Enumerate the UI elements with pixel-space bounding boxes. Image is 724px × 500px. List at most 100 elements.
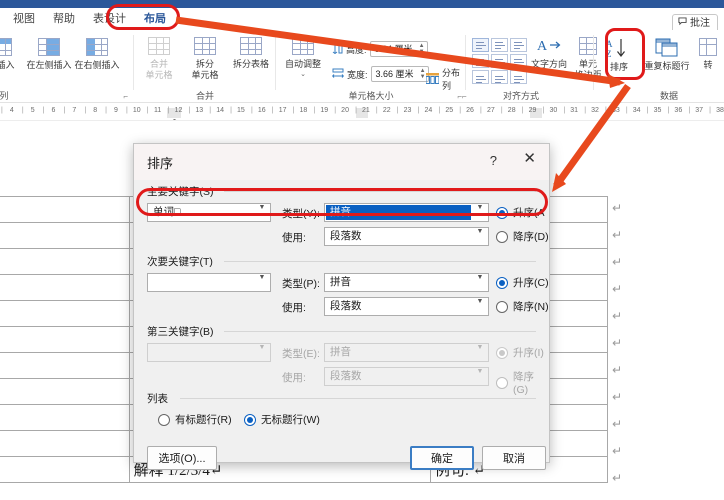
table-cell-col1[interactable] <box>0 378 130 405</box>
third-using-combo[interactable]: 段落数 ▼ <box>324 367 489 386</box>
insert-above-icon <box>0 38 24 58</box>
insert-right-button[interactable]: 在右侧插入 <box>74 38 120 70</box>
cancel-button-label: 取消 <box>503 453 525 465</box>
insert-left-icon <box>26 38 72 58</box>
autofit-label: 自动调整 <box>284 59 321 69</box>
chevron-down-icon[interactable]: ▼ <box>472 298 488 305</box>
align-middle-right-button[interactable] <box>510 54 527 68</box>
repeat-header-button[interactable]: 重复标题行 <box>642 38 692 71</box>
table-cell-col1[interactable] <box>0 352 130 379</box>
autofit-icon <box>280 37 326 57</box>
merge-cells-button[interactable]: 合并 单元格 <box>136 37 182 80</box>
convert-to-text-label: 转 <box>703 60 713 70</box>
split-table-button[interactable]: 拆分表格 <box>228 37 274 69</box>
secondary-using-combo[interactable]: 段落数 ▼ <box>324 297 489 316</box>
chevron-down-icon[interactable]: ▼ <box>254 274 270 281</box>
text-direction-button[interactable]: A 文字方向 <box>528 37 570 69</box>
horizontal-ruler[interactable]: | 4 | 5 | 6 | 7 | 8 | 9 | 10 | 11 | 12 | 13 | 14 | 15 | 16 | 17 | 18 |… <box>0 105 724 121</box>
rows-columns-dialog-launcher[interactable]: ⌐ <box>123 92 128 101</box>
paragraph-mark: ↵ <box>612 282 623 296</box>
align-top-right-button[interactable] <box>510 38 527 52</box>
col-width-field[interactable]: 宽度: 3.66 厘米 ▲ ▼ <box>332 66 429 82</box>
close-icon[interactable]: ✕ <box>523 151 536 166</box>
col-width-input[interactable]: 3.66 厘米 ▲ ▼ <box>370 66 429 82</box>
distribute-columns-icon <box>425 72 440 86</box>
table-cell-col1[interactable] <box>0 326 130 353</box>
row-height-label: 高度: <box>346 44 367 55</box>
col-width-stepper[interactable]: ▲ ▼ <box>420 68 426 80</box>
sort-dialog-body: 主要关键字(S) 单词□ ▼ 类型(Y): 拼音 ▼ 升序(A 使用: 段落数 … <box>134 180 549 470</box>
has-header-row-radio[interactable]: 有标题行(R) <box>158 412 232 427</box>
secondary-key-combo[interactable]: ▼ <box>147 273 271 292</box>
table-cell-col1[interactable] <box>0 274 130 301</box>
chevron-down-icon[interactable]: ▼ <box>254 344 270 351</box>
sort-dialog-title: 排序 <box>147 156 174 171</box>
split-table-label: 拆分表格 <box>232 59 269 69</box>
primary-order-desc-label: 降序(D) <box>513 231 549 243</box>
autofit-chevron-down-icon[interactable]: ⌄ <box>280 70 326 80</box>
autofit-button[interactable]: 自动调整 ⌄ <box>280 37 326 80</box>
align-bottom-left-button[interactable] <box>472 70 489 84</box>
chevron-down-icon[interactable]: ▼ <box>472 274 488 281</box>
secondary-using-label: 使用: <box>282 302 306 314</box>
cancel-button[interactable]: 取消 <box>482 446 546 470</box>
secondary-key-section-label: 次要关键字(T) <box>147 256 213 268</box>
ruler-indent-marker[interactable] <box>170 113 179 120</box>
align-middle-left-button[interactable] <box>472 54 489 68</box>
tab-help[interactable]: 帮助 <box>44 8 84 30</box>
align-bottom-right-button[interactable] <box>510 70 527 84</box>
chevron-down-icon[interactable]: ▼ <box>472 368 488 375</box>
row-height-stepper[interactable]: ▲ ▼ <box>419 43 425 55</box>
primary-using-label: 使用: <box>282 232 306 244</box>
chevron-down-icon[interactable]: ▼ <box>472 228 488 235</box>
chevron-down-icon[interactable]: ▼ <box>472 344 488 351</box>
table-cell-col1[interactable] <box>0 196 130 223</box>
third-type-value: 拼音 <box>330 346 351 358</box>
secondary-type-combo[interactable]: 拼音 ▼ <box>324 273 489 292</box>
split-cells-label-2: 单元格 <box>191 70 219 80</box>
radio-dot <box>496 276 508 289</box>
row-height-field[interactable]: 高度: 0.34 厘米 ▲ ▼ <box>332 41 428 57</box>
primary-using-combo[interactable]: 段落数 ▼ <box>324 227 489 246</box>
third-using-label: 使用: <box>282 372 306 384</box>
third-using-value: 段落数 <box>330 370 362 382</box>
table-cell-col1[interactable] <box>0 456 130 483</box>
ok-button[interactable]: 确定 <box>410 446 474 470</box>
paragraph-mark: ↵ <box>612 363 623 377</box>
radio-dot <box>496 300 508 313</box>
third-order-asc-radio[interactable]: 升序(I) <box>496 345 544 360</box>
secondary-order-asc-radio[interactable]: 升序(C) <box>496 275 549 290</box>
secondary-order-desc-radio[interactable]: 降序(N) <box>496 299 549 314</box>
third-key-combo[interactable]: ▼ <box>147 343 271 362</box>
table-cell-col1[interactable] <box>0 404 130 431</box>
help-icon[interactable]: ? <box>490 153 497 168</box>
third-order-desc-label: 降序(G) <box>513 371 534 396</box>
tab-view[interactable]: 视图 <box>4 8 44 30</box>
third-key-section-label: 第三关键字(B) <box>147 326 214 338</box>
insert-left-button[interactable]: 在左侧插入 <box>26 38 72 70</box>
primary-order-desc-radio[interactable]: 降序(D) <box>496 229 549 244</box>
options-button[interactable]: 选项(O)... <box>147 446 217 470</box>
comment-button-label: 批注 <box>690 17 710 29</box>
third-order-desc-radio[interactable]: 降序(G) <box>496 369 549 396</box>
third-type-combo[interactable]: 拼音 ▼ <box>324 343 489 362</box>
row-height-input[interactable]: 0.34 厘米 ▲ ▼ <box>369 41 428 57</box>
paragraph-mark: ↵ <box>612 201 623 215</box>
alignment-dialog-launcher[interactable]: ⌐ <box>462 92 467 101</box>
align-top-center-button[interactable] <box>491 38 508 52</box>
table-cell-col1[interactable] <box>0 248 130 275</box>
table-cell-col1[interactable] <box>0 300 130 327</box>
align-middle-center-button[interactable] <box>491 54 508 68</box>
insert-above-button[interactable]: 方插入 <box>0 38 24 70</box>
ribbon-group-cell-size: 自动调整 ⌄ 高度: 0.34 厘米 ▲ ▼ 宽度: 3.66 厘米 ▲ ▼ 分… <box>276 30 466 103</box>
convert-to-text-button[interactable]: 转 <box>694 38 722 70</box>
ribbon-group-alignment: A 文字方向 单元 格边距 对齐方式 ⌐ <box>462 30 602 103</box>
alignment-button-grid[interactable] <box>472 38 527 84</box>
align-top-left-button[interactable] <box>472 38 489 52</box>
no-header-row-radio[interactable]: 无标题行(W) <box>244 412 320 427</box>
third-order-asc-label: 升序(I) <box>513 347 544 359</box>
align-bottom-center-button[interactable] <box>491 70 508 84</box>
split-cells-button[interactable]: 拆分 单元格 <box>182 37 228 80</box>
table-cell-col1[interactable] <box>0 430 130 457</box>
table-cell-col1[interactable] <box>0 222 130 249</box>
